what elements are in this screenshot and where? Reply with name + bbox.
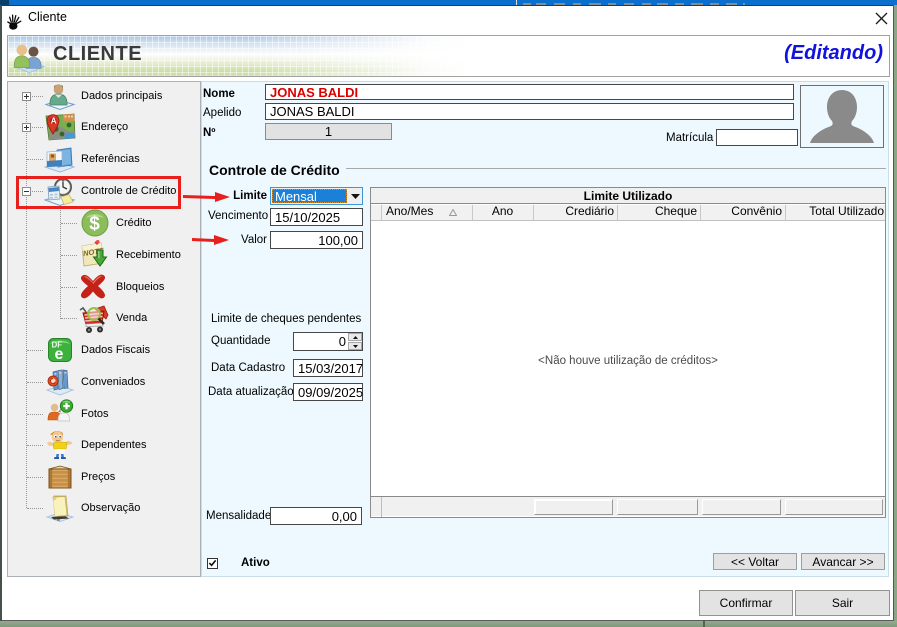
svg-text:A: A (51, 116, 57, 125)
svg-text:e: e (55, 346, 64, 363)
svg-text:$: $ (89, 214, 100, 235)
